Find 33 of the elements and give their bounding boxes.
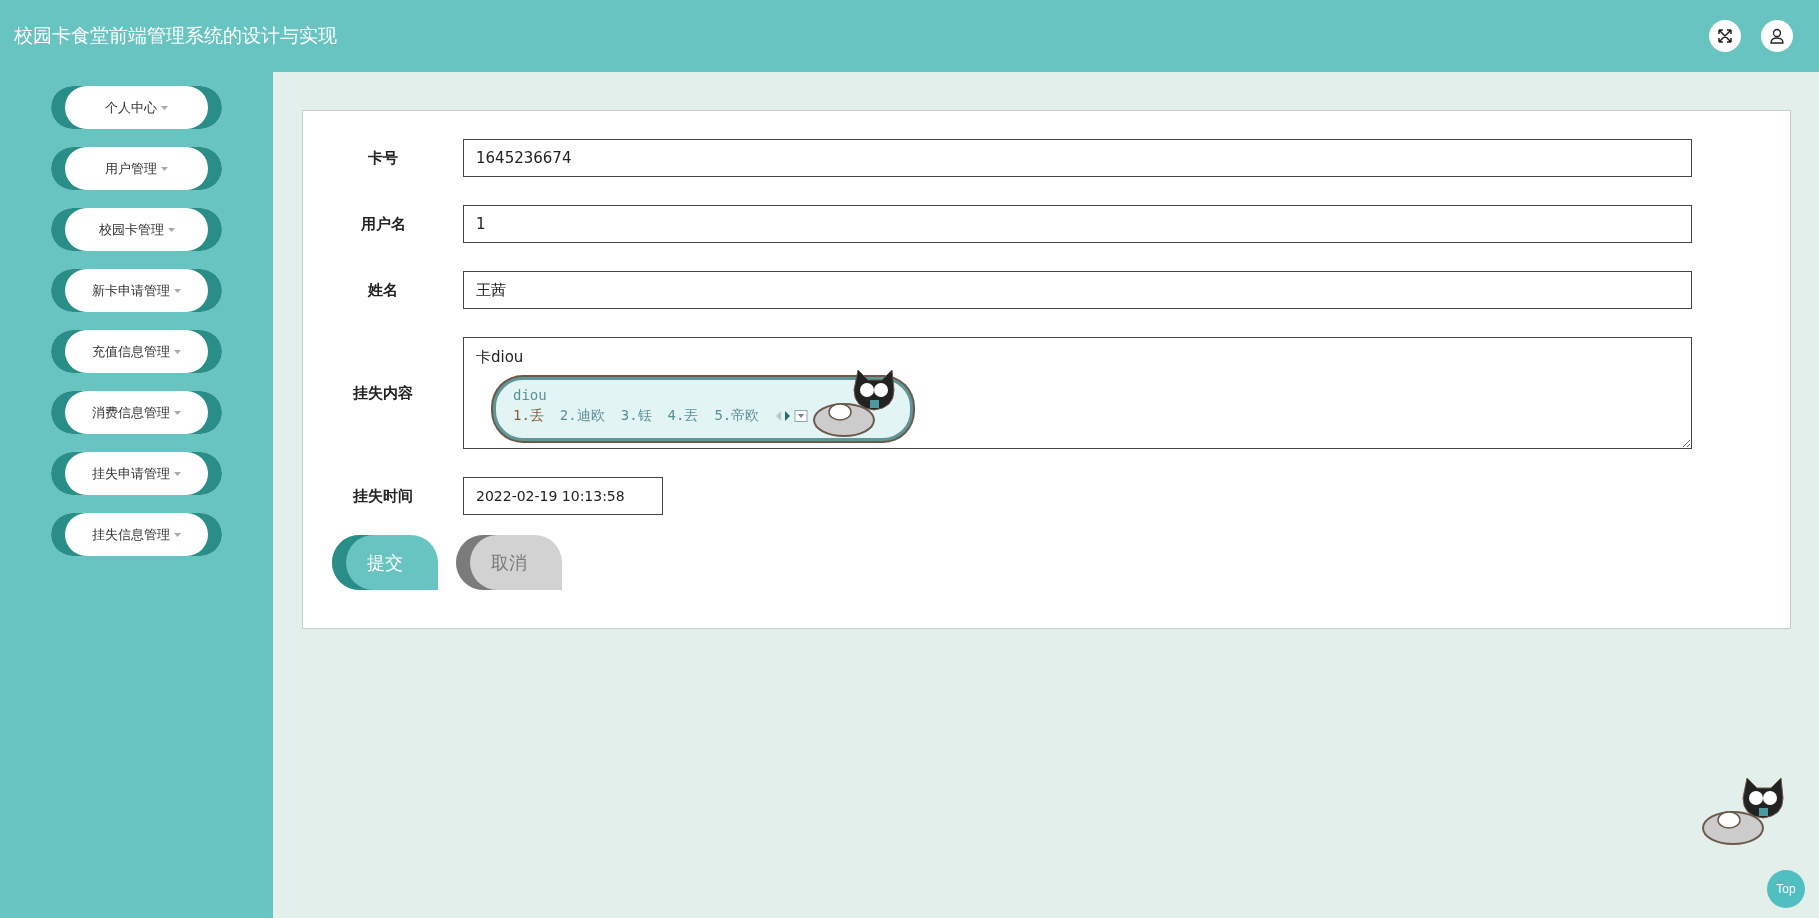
- sidebar-menu-item[interactable]: 个人中心: [51, 86, 222, 129]
- caret-icon: [161, 166, 168, 171]
- text-field[interactable]: 王茜: [463, 271, 1692, 309]
- text-field[interactable]: 1645236674: [463, 139, 1692, 177]
- ime-candidate[interactable]: 1.丢: [513, 407, 544, 425]
- field-label: 姓名: [367, 280, 399, 300]
- field-label: 卡号: [367, 148, 399, 168]
- caret-icon: [174, 288, 181, 293]
- caret-icon: [174, 471, 181, 476]
- sidebar-menu-item[interactable]: 挂失信息管理: [51, 513, 222, 556]
- caret-icon: [174, 532, 181, 537]
- sidebar-menu-item[interactable]: 消费信息管理: [51, 391, 222, 434]
- field-label: 用户名: [359, 214, 407, 234]
- caret-icon: [174, 410, 181, 415]
- app-title: 校园卡食堂前端管理系统的设计与实现: [14, 23, 337, 48]
- caret-icon: [161, 105, 168, 110]
- user-button[interactable]: [1761, 20, 1793, 52]
- text-field[interactable]: 1: [463, 205, 1692, 243]
- ime-composition-text: diou: [513, 387, 547, 405]
- sidebar-menu-item[interactable]: 新卡申请管理: [51, 269, 222, 312]
- sidebar-menu-item[interactable]: 挂失申请管理: [51, 452, 222, 495]
- caret-icon: [174, 349, 181, 354]
- page-arrows-icon[interactable]: [775, 410, 810, 422]
- sidebar-menu-item[interactable]: 用户管理: [51, 147, 222, 190]
- field-label: 挂失时间: [352, 486, 414, 506]
- datetime-field[interactable]: 2022-02-19 10:13:58: [463, 477, 663, 515]
- fullscreen-button[interactable]: [1709, 20, 1741, 52]
- field-label: 挂失内容: [352, 383, 414, 403]
- expand-arrows-icon: [1717, 28, 1733, 44]
- sidebar-menu-item[interactable]: 充值信息管理: [51, 330, 222, 373]
- sidebar-menu-item[interactable]: 校园卡管理: [51, 208, 222, 251]
- user-icon: [1769, 28, 1785, 44]
- caret-icon: [167, 227, 175, 232]
